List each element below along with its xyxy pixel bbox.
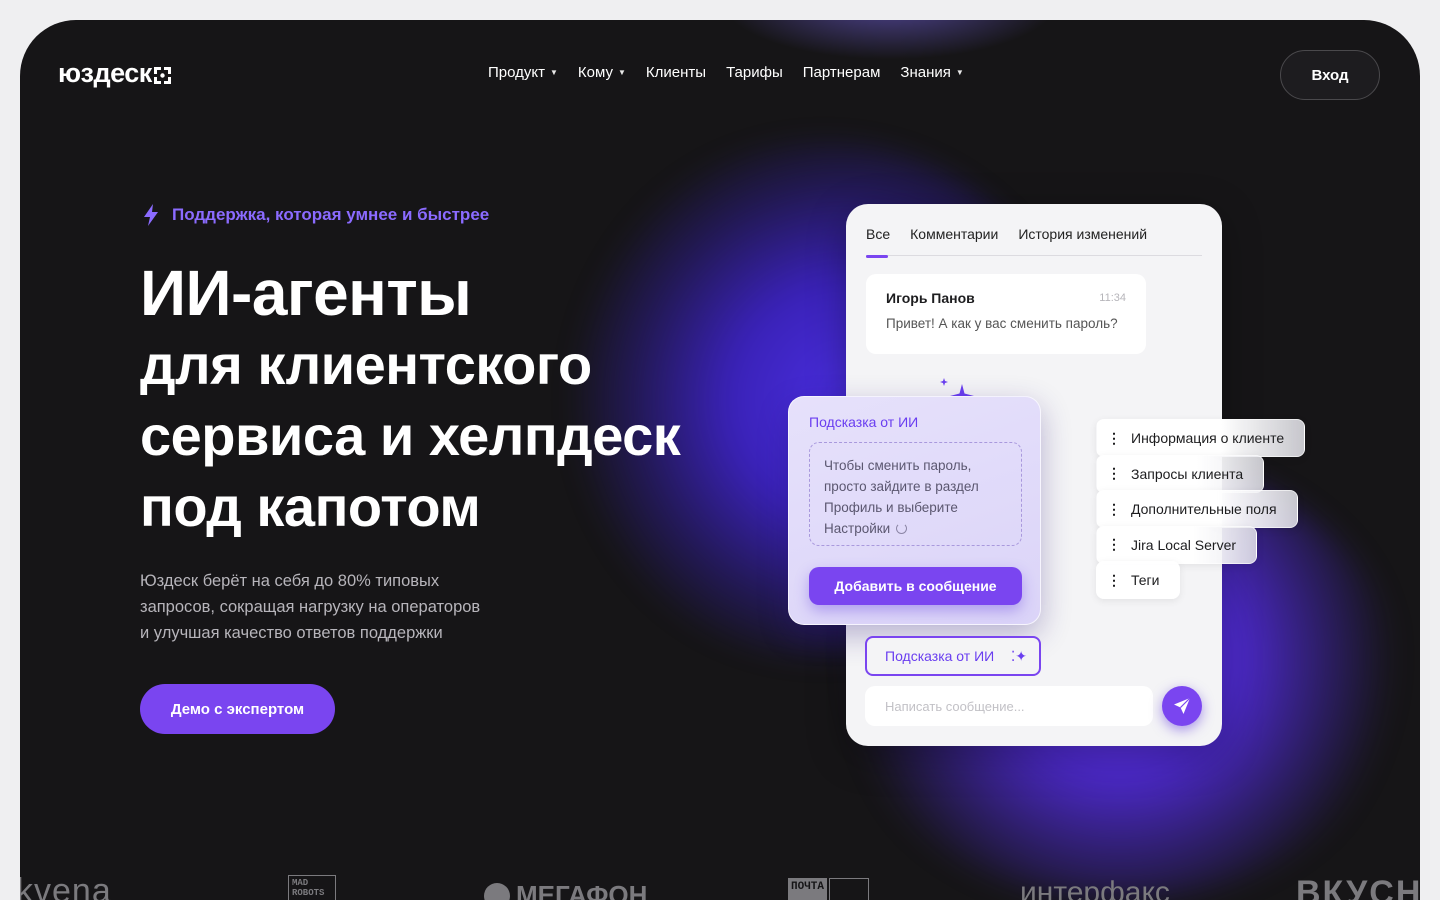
side-item-client-requests[interactable]: ⋮ Запросы клиента [1096, 454, 1265, 493]
nav-item-label: Продукт [488, 64, 545, 81]
side-item-tags[interactable]: ⋮ Теги [1096, 561, 1181, 599]
ai-hint-label: Подсказка от ИИ [885, 648, 995, 664]
client-logo-pochta: ПОЧТА [788, 878, 870, 900]
caret-down-icon: ▼ [617, 68, 626, 77]
tagline-text: Поддержка, которая умнее и быстрее [172, 205, 490, 224]
client-logos-strip: kvena MAD ROBOTS МЕГАФОН ПОЧТА интерфакс… [20, 872, 1420, 900]
drag-handle-icon: ⋮ [1107, 536, 1121, 552]
ai-panel-title: Подсказка от ИИ [809, 414, 919, 430]
message-input[interactable]: Написать сообщение... [865, 686, 1153, 726]
ai-suggestion-line-4: Настройки [824, 521, 891, 536]
side-item-label: Дополнительные поля [1131, 501, 1277, 517]
bolt-icon [144, 204, 158, 226]
nav-item-5[interactable]: Знания ▼ [900, 64, 963, 81]
login-button[interactable]: Вход [1280, 50, 1380, 100]
send-button[interactable] [1162, 686, 1202, 726]
nav-item-1[interactable]: Кому ▼ [578, 64, 626, 81]
client-logo-pochta-text: ПОЧТА [788, 878, 828, 900]
client-logo-interfax: интерфакс [1020, 876, 1170, 900]
drag-handle-icon: ⋮ [1107, 465, 1121, 481]
nav-item-0[interactable]: Продукт ▼ [488, 64, 558, 81]
nav-item-label: Тарифы [726, 64, 783, 81]
side-item-client-info[interactable]: ⋮ Информация о клиенте [1096, 419, 1306, 457]
megafon-icon [484, 882, 510, 900]
ai-suggestion-text: Чтобы сменить пароль, просто зайдите в р… [809, 442, 1022, 546]
nav-item-label: Клиенты [645, 64, 707, 81]
page-title: ИИ-агенты для клиентского сервиса и хелп… [140, 257, 681, 542]
hero-subtext: Юздеск берёт на себя до 80% типовых запр… [140, 568, 560, 646]
message-author: Игорь Панов [886, 290, 975, 306]
caret-down-icon: ▼ [550, 68, 558, 77]
client-logo-megafon-text: МЕГАФОН [516, 880, 648, 900]
drag-handle-icon: ⋮ [1107, 429, 1121, 446]
brand-name: юздеск [58, 58, 152, 88]
client-logo-kvena: kvena [20, 872, 112, 900]
ai-suggestion-line-2: просто зайдите в раздел [824, 479, 979, 494]
sparkle-icon: ⁚✦ [1010, 648, 1027, 664]
add-to-message-button[interactable]: Добавить в сообщение [809, 567, 1022, 605]
nav-item-label: Партнерам [802, 64, 881, 81]
headline-line-4: под капотом [140, 475, 481, 538]
hero-section: юздеск Продукт ▼ Кому ▼ Клиенты Тарифы Партнер… [20, 20, 1420, 900]
side-item-label: Теги [1131, 572, 1160, 588]
client-logo-mad-robots: MAD ROBOTS [288, 875, 336, 900]
subtext-line-1: Юздеск берёт на себя до 80% типовых [140, 572, 440, 590]
client-logo-mad-robots-text: MAD ROBOTS [292, 878, 325, 898]
glow-top [720, 20, 1060, 60]
tab-history[interactable]: История изменений [1018, 226, 1147, 256]
message-text: Привет! А как у вас сменить пароль? [886, 316, 1118, 331]
loading-spinner-icon [896, 523, 908, 534]
nav-item-2[interactable]: Клиенты [646, 64, 706, 81]
send-icon [1174, 697, 1191, 714]
caret-down-icon: ▼ [955, 68, 964, 77]
nav-item-label: Знания [900, 64, 951, 81]
side-item-extra-fields[interactable]: ⋮ Дополнительные поля [1096, 490, 1298, 528]
side-item-label: Запросы клиента [1131, 465, 1244, 482]
chat-tabs: Все Комментарии История изменений [866, 226, 1202, 258]
demo-button[interactable]: Демо с экспертом [140, 684, 335, 734]
side-item-label: Jira Local Server [1131, 536, 1237, 553]
subtext-line-3: и улучшая качество ответов поддержки [140, 624, 443, 642]
nav-item-label: Кому [577, 64, 613, 81]
ai-suggestion-panel: Подсказка от ИИ Чтобы сменить пароль, пр… [788, 396, 1041, 625]
tab-all[interactable]: Все [866, 226, 890, 258]
drag-handle-icon: ⋮ [1107, 571, 1121, 588]
main-nav: Продукт ▼ Кому ▼ Клиенты Тарифы Партнерам Знани… [488, 64, 984, 81]
client-sidebar-list: ⋮ Информация о клиенте ⋮ Запросы клиента ⋮… [1096, 419, 1306, 599]
client-logo-vkusno: ВКУСНО [1296, 874, 1420, 900]
ai-suggestion-line-3: Профиль и выберите [824, 500, 958, 515]
nav-item-4[interactable]: Партнерам [803, 64, 881, 81]
side-item-label: Информация о клиенте [1131, 430, 1285, 446]
tagline: Поддержка, которая умнее и быстрее [142, 204, 489, 226]
drag-handle-icon: ⋮ [1107, 500, 1121, 517]
nav-item-3[interactable]: Тарифы [726, 64, 783, 81]
headline-line-1: ИИ-агенты [140, 257, 472, 329]
side-item-jira[interactable]: ⋮ Jira Local Server [1096, 525, 1258, 564]
message-time: 11:34 [1099, 292, 1126, 304]
emblem-icon [829, 878, 870, 900]
subtext-line-2: запросов, сокращая нагрузку на операторо… [140, 598, 481, 616]
ai-hint-button[interactable]: Подсказка от ИИ ⁚✦ [865, 636, 1041, 676]
ai-suggestion-line-1: Чтобы сменить пароль, [824, 458, 972, 473]
client-logo-megafon: МЕГАФОН [484, 880, 647, 900]
tab-comments[interactable]: Комментарии [910, 226, 998, 256]
logo-mark-icon [153, 60, 171, 84]
brand-logo[interactable]: юздеск [58, 58, 171, 89]
headline-line-2: для клиентского [140, 333, 592, 396]
message-bubble: Игорь Панов 11:34 Привет! А как у вас см… [866, 274, 1146, 354]
headline-line-3: сервиса и хелпдеск [140, 404, 681, 467]
